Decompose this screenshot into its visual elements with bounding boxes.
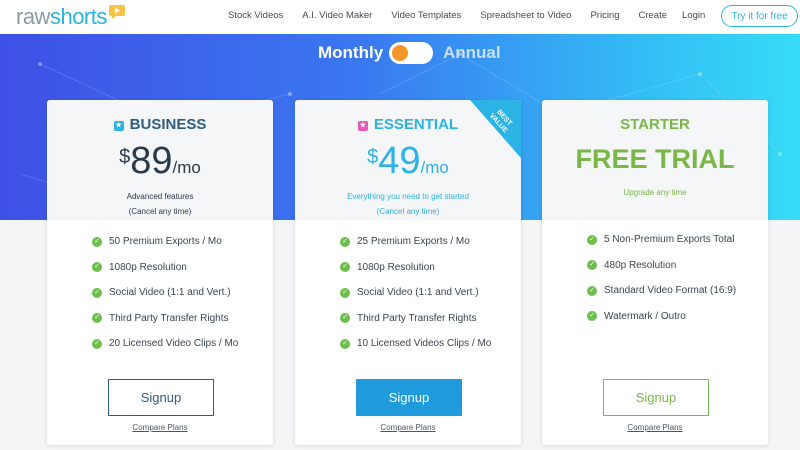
- feature-item: ✓ 480p Resolution: [587, 253, 736, 279]
- plan-subtitle: Everything you need to get started: [347, 192, 469, 201]
- feature-item: ✓ Standard Video Format (16:9): [587, 278, 736, 304]
- nav-video-templates[interactable]: Video Templates: [391, 10, 461, 21]
- feature-item: ✓ 5 Non-Premium Exports Total: [587, 227, 736, 253]
- signup-button-business[interactable]: Signup: [108, 379, 214, 416]
- try-free-button[interactable]: Try it for free: [721, 5, 798, 27]
- feature-list: ✓ 5 Non-Premium Exports Total ✓ 480p Resol…: [587, 227, 736, 329]
- nav-spreadsheet-to-video[interactable]: Spreadsheet to Video: [480, 10, 571, 21]
- feature-item: ✓ 1080p Resolution: [340, 255, 491, 281]
- check-icon: ✓: [587, 260, 597, 271]
- plan-subtitle: Upgrade any time: [623, 188, 687, 197]
- toggle-monthly-label[interactable]: Monthly: [318, 43, 383, 63]
- plan-cancel-note: (Cancel any time): [128, 207, 192, 216]
- compare-plans-link[interactable]: Compare Plans: [542, 423, 768, 432]
- feature-item: ✓ Third Party Transfer Rights: [92, 306, 238, 332]
- check-icon: ✓: [340, 287, 350, 298]
- free-trial-headline: FREE TRIAL: [575, 144, 735, 174]
- check-icon: ✓: [92, 338, 102, 349]
- nav-stock-videos[interactable]: Stock Videos: [228, 10, 283, 21]
- billing-toggle: Monthly Annual: [0, 40, 800, 66]
- check-icon: ✓: [92, 262, 102, 273]
- plan-title: ★ ESSENTIAL: [357, 116, 459, 133]
- plan-price: $49/mo: [367, 140, 449, 182]
- play-bubble-icon: [108, 5, 125, 19]
- feature-item: ✓ Third Party Transfer Rights: [340, 306, 491, 332]
- plan-card-essential: BESTVALUE ★ ESSENTIAL $49/mo Everything y…: [295, 100, 521, 445]
- signup-button-starter[interactable]: Signup: [603, 379, 709, 416]
- check-icon: ✓: [92, 313, 102, 324]
- switch-knob: [392, 45, 408, 61]
- feature-item: ✓ 25 Premium Exports / Mo: [340, 229, 491, 255]
- star-badge-icon: ★: [113, 121, 124, 131]
- plan-card-starter: STARTER FREE TRIAL Upgrade any time ✓ 5 N…: [542, 100, 768, 445]
- check-icon: ✓: [340, 262, 350, 273]
- nav-create[interactable]: Create: [639, 10, 668, 21]
- check-icon: ✓: [587, 234, 597, 245]
- compare-plans-link[interactable]: Compare Plans: [295, 423, 521, 432]
- signup-button-essential[interactable]: Signup: [356, 379, 462, 416]
- toggle-annual-label[interactable]: Annual: [443, 43, 501, 63]
- check-icon: ✓: [587, 285, 597, 296]
- check-icon: ✓: [340, 338, 350, 349]
- main-nav: Stock Videos A.I. Video Maker Video Temp…: [228, 10, 686, 21]
- plan-title: STARTER: [620, 116, 690, 133]
- star-badge-icon: ★: [357, 121, 368, 131]
- nav-pricing[interactable]: Pricing: [590, 10, 619, 21]
- compare-plans-link[interactable]: Compare Plans: [47, 423, 273, 432]
- check-icon: ✓: [340, 236, 350, 247]
- plan-price: $89/mo: [119, 140, 201, 182]
- plan-title: ★ BUSINESS: [113, 116, 207, 133]
- check-icon: ✓: [587, 311, 597, 322]
- feature-item: ✓ Watermark / Outro: [587, 304, 736, 330]
- plan-subtitle: Advanced features: [126, 192, 194, 201]
- feature-list: ✓ 50 Premium Exports / Mo ✓ 1080p Resoluti…: [92, 229, 238, 357]
- feature-item: ✓ 20 Licensed Video Clips / Mo: [92, 331, 238, 357]
- plan-card-business: ★ BUSINESS $89/mo Advanced features (Canc…: [47, 100, 273, 445]
- feature-item: ✓ Social Video (1:1 and Vert.): [92, 280, 238, 306]
- feature-list: ✓ 25 Premium Exports / Mo ✓ 1080p Resoluti…: [340, 229, 491, 357]
- rawshorts-logo[interactable]: raw shorts: [16, 4, 125, 30]
- top-navigation-bar: raw shorts Stock Videos A.I. Video Maker …: [0, 0, 800, 34]
- feature-item: ✓ Social Video (1:1 and Vert.): [340, 280, 491, 306]
- feature-item: ✓ 1080p Resolution: [92, 255, 238, 281]
- check-icon: ✓: [92, 287, 102, 298]
- nav-ai-video-maker[interactable]: A.I. Video Maker: [302, 10, 372, 21]
- feature-item: ✓ 10 Licensed Videos Clips / Mo: [340, 331, 491, 357]
- check-icon: ✓: [92, 236, 102, 247]
- feature-item: ✓ 50 Premium Exports / Mo: [92, 229, 238, 255]
- login-link[interactable]: Login: [682, 10, 705, 21]
- plan-cancel-note: (Cancel any time): [376, 207, 440, 216]
- check-icon: ✓: [340, 313, 350, 324]
- billing-period-switch[interactable]: [389, 42, 433, 64]
